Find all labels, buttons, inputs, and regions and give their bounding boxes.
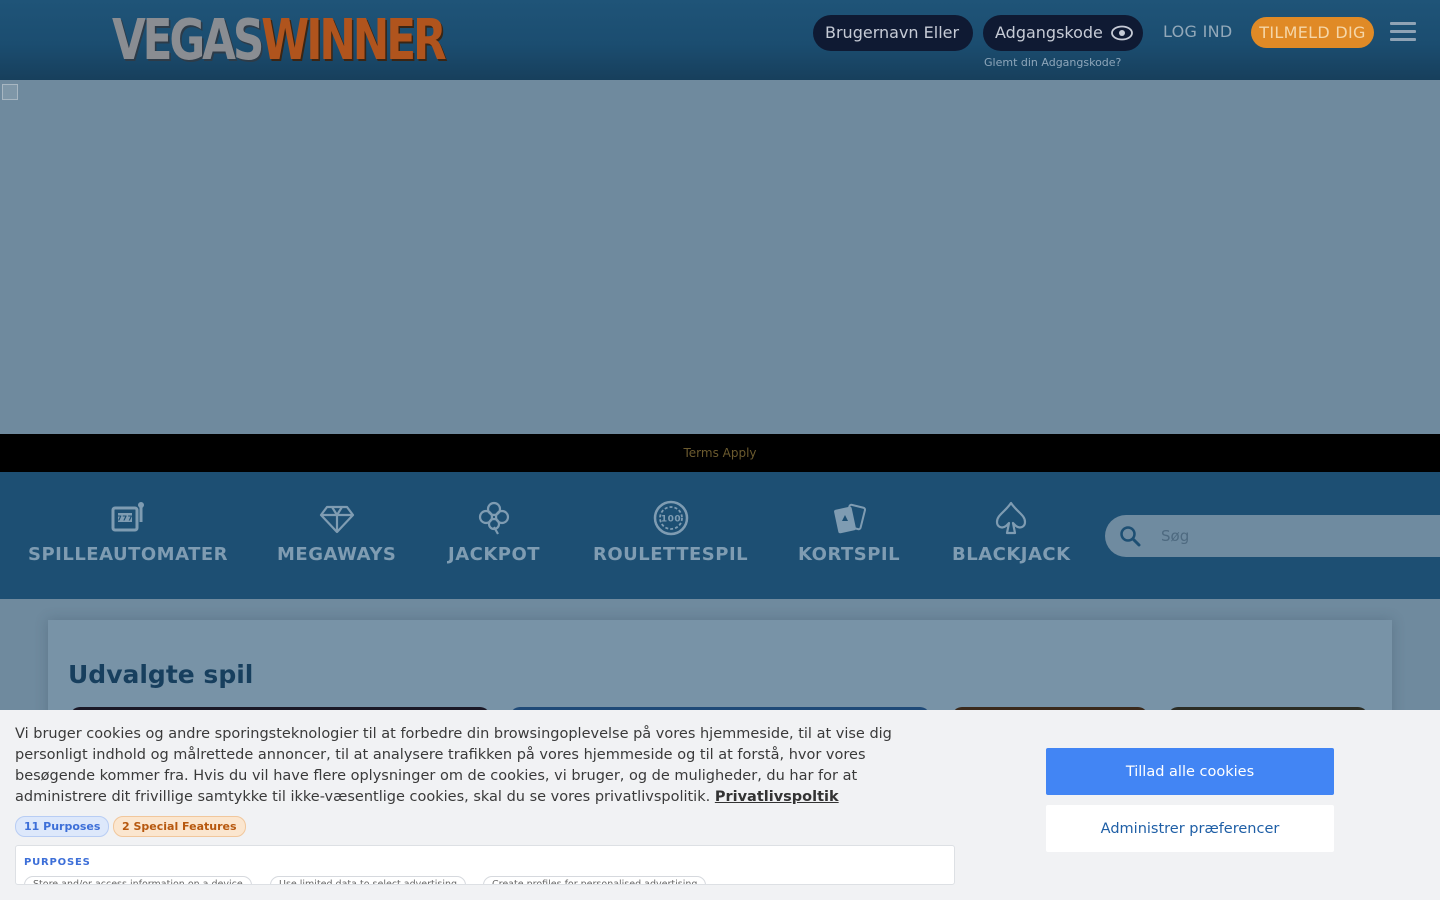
username-field[interactable]: Brugernavn Eller xyxy=(813,15,973,51)
privacy-policy-link[interactable]: Privatlivspoltik xyxy=(715,789,839,805)
cards-icon xyxy=(834,503,867,534)
category-nav: 777 SPILLEAUTOMATER MEGAWAYS JACKPOT 100 xyxy=(0,472,1440,599)
chip-icon: 100 xyxy=(653,500,688,536)
search-input[interactable] xyxy=(1161,515,1431,557)
purposes-list: PURPOSES Store and/or access information… xyxy=(15,845,955,885)
category-megaways[interactable]: MEGAWAYS xyxy=(277,500,396,565)
search-box[interactable] xyxy=(1105,515,1440,557)
svg-text:777: 777 xyxy=(117,515,133,523)
featured-games-title: Udvalgte spil xyxy=(68,660,254,689)
clover-icon xyxy=(478,501,510,535)
hero-banner[interactable] xyxy=(0,80,1440,434)
spade-icon xyxy=(996,501,1027,535)
svg-text:100: 100 xyxy=(660,515,680,525)
purposes-badge[interactable]: 11 Purposes xyxy=(15,816,110,837)
password-field[interactable]: Adgangskode xyxy=(983,15,1143,51)
cookie-consent-banner: Vi bruger cookies og andre sporingstekno… xyxy=(0,710,1440,900)
category-label: ROULETTESPIL xyxy=(593,544,749,565)
forgot-password-link[interactable]: Glemt din Adgangskode? xyxy=(984,56,1121,69)
cookie-message: Vi bruger cookies og andre sporingstekno… xyxy=(15,724,945,808)
special-features-badge[interactable]: 2 Special Features xyxy=(113,816,246,837)
allow-all-cookies-button[interactable]: Tillad alle cookies xyxy=(1046,748,1334,795)
purposes-heading: PURPOSES xyxy=(24,857,91,868)
manage-preferences-button[interactable]: Administrer præferencer xyxy=(1046,805,1334,852)
login-button[interactable]: LOG IND xyxy=(1163,22,1233,41)
purpose-tag: Create profiles for personalised adverti… xyxy=(483,876,707,884)
logo-vegas-text: VEGAS xyxy=(112,8,264,73)
hamburger-menu-icon[interactable] xyxy=(1390,22,1416,42)
password-placeholder: Adgangskode xyxy=(995,23,1103,42)
broken-image-icon xyxy=(2,84,18,100)
diamond-icon xyxy=(319,505,354,534)
purpose-tag: Store and/or access information on a dev… xyxy=(24,876,252,884)
terms-bar: Terms Apply xyxy=(0,434,1440,472)
category-cards[interactable]: KORTSPIL xyxy=(798,500,900,565)
category-label: KORTSPIL xyxy=(798,544,901,565)
site-header: VEGASWINNER Brugernavn Eller Adgangskode… xyxy=(0,0,1440,80)
category-label: MEGAWAYS xyxy=(277,544,397,565)
category-blackjack[interactable]: BLACKJACK xyxy=(952,500,1071,565)
logo-winner-text: WINNER xyxy=(261,8,446,73)
category-slots[interactable]: 777 SPILLEAUTOMATER xyxy=(28,500,228,565)
signup-button[interactable]: TILMELD DIG xyxy=(1251,17,1374,48)
slot-machine-icon: 777 xyxy=(111,502,145,532)
terms-apply-text[interactable]: Terms Apply xyxy=(683,446,756,460)
category-label: SPILLEAUTOMATER xyxy=(28,544,229,565)
site-logo[interactable]: VEGASWINNER xyxy=(112,8,447,74)
category-label: JACKPOT xyxy=(448,544,541,565)
category-roulette[interactable]: 100 ROULETTESPIL xyxy=(593,500,748,565)
search-icon xyxy=(1120,526,1141,547)
username-placeholder: Brugernavn Eller xyxy=(825,23,960,42)
eye-icon[interactable] xyxy=(1111,25,1133,41)
purpose-tag: Use limited data to select advertising xyxy=(270,876,467,884)
category-label: BLACKJACK xyxy=(952,544,1071,565)
category-jackpot[interactable]: JACKPOT xyxy=(448,500,540,565)
